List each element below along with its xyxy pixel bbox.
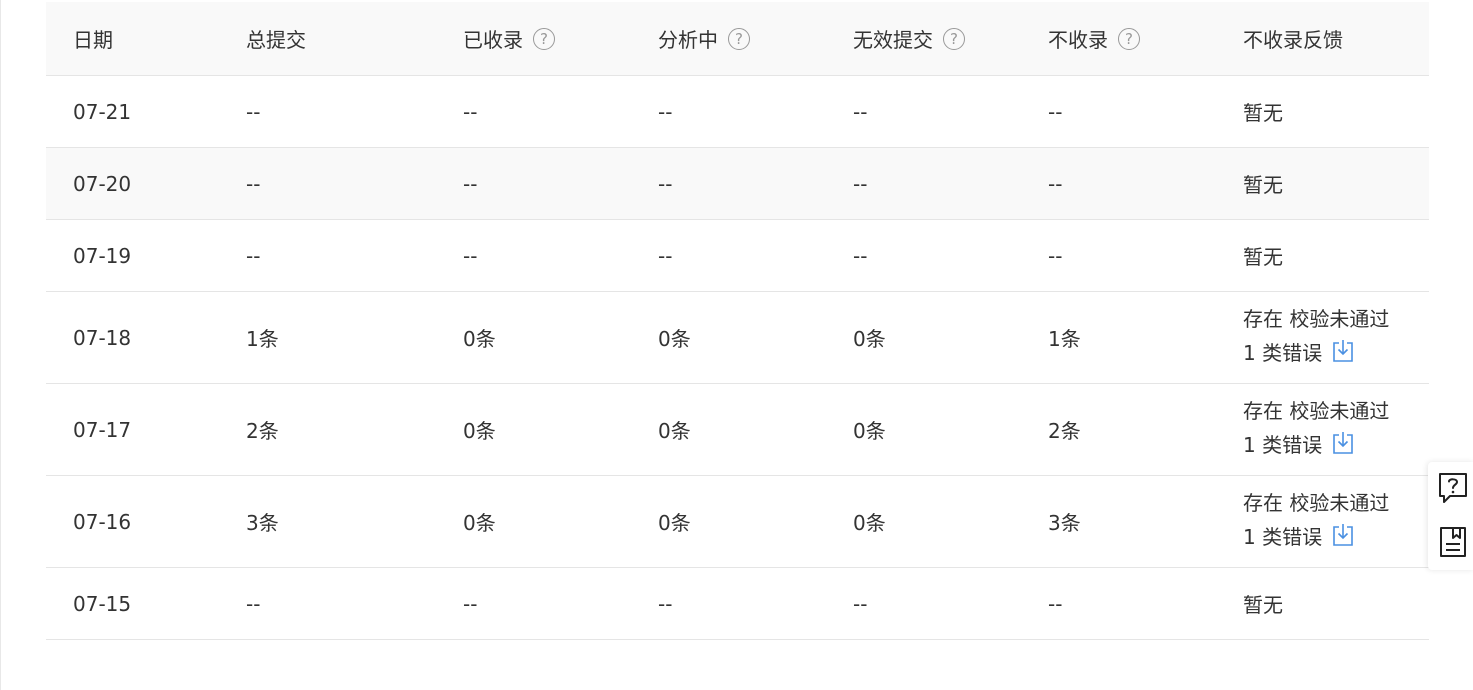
cell-date: 07-17 [46, 383, 219, 476]
header-row: 日期 总提交 已收录? 分析中? 无效提交? 不收录? 不收录反馈 [46, 2, 1429, 76]
cell-total: 2条 [219, 383, 436, 476]
col-header-label: 不收录反馈 [1243, 28, 1343, 52]
cell-invalid: 0条 [826, 383, 1021, 476]
cell-date: 07-16 [46, 475, 219, 568]
col-header-label: 已收录 [463, 28, 523, 52]
cell-date: 07-20 [46, 147, 219, 220]
help-chat-icon [1438, 473, 1468, 508]
feedback-error-line: 1 类错误 [1243, 428, 1429, 465]
cell-invalid: -- [826, 75, 1021, 148]
feedback-status: 存在 校验未通过 [1243, 307, 1390, 331]
cell-indexed: 0条 [436, 291, 631, 384]
cell-not-indexed: 1条 [1021, 291, 1216, 384]
col-header-label: 无效提交 [853, 28, 933, 52]
col-header-not-indexed: 不收录? [1021, 2, 1216, 76]
cell-feedback: 存在 校验未通过 1 类错误 [1216, 383, 1429, 476]
table-row: 07-19 -- -- -- -- -- 暂无 [46, 219, 1429, 292]
cell-indexed: 0条 [436, 383, 631, 476]
cell-date: 07-15 [46, 567, 219, 640]
table-row: 07-15 -- -- -- -- -- 暂无 [46, 567, 1429, 640]
col-header-label: 分析中 [658, 28, 718, 52]
table-row: 07-20 -- -- -- -- -- 暂无 [46, 147, 1429, 220]
cell-invalid: 0条 [826, 475, 1021, 568]
question-circle-icon[interactable]: ? [533, 28, 555, 50]
help-chat-button[interactable] [1438, 472, 1468, 504]
document-button[interactable] [1438, 526, 1468, 558]
cell-feedback: 存在 校验未通过 1 类错误 [1216, 291, 1429, 384]
cell-date: 07-18 [46, 291, 219, 384]
cell-total: -- [219, 567, 436, 640]
col-header-label: 不收录 [1048, 28, 1108, 52]
cell-date: 07-19 [46, 219, 219, 292]
cell-indexed: 0条 [436, 475, 631, 568]
table-row: 07-16 3条 0条 0条 0条 3条 存在 校验未通过 1 类错误 [46, 475, 1429, 568]
col-header-invalid: 无效提交? [826, 2, 1021, 76]
document-icon [1438, 527, 1468, 562]
cell-invalid: -- [826, 219, 1021, 292]
col-header-indexed: 已收录? [436, 2, 631, 76]
cell-not-indexed: 2条 [1021, 383, 1216, 476]
feedback-error-count: 1 类错误 [1243, 433, 1323, 457]
cell-not-indexed: -- [1021, 567, 1216, 640]
cell-indexed: -- [436, 75, 631, 148]
cell-analyzing: -- [631, 147, 826, 220]
cell-feedback: 暂无 [1216, 219, 1429, 292]
cell-analyzing: 0条 [631, 291, 826, 384]
cell-feedback: 暂无 [1216, 147, 1429, 220]
cell-not-indexed: -- [1021, 75, 1216, 148]
col-header-label: 总提交 [246, 28, 306, 52]
cell-total: 3条 [219, 475, 436, 568]
cell-analyzing: -- [631, 567, 826, 640]
left-border [0, 0, 1, 690]
feedback-error-line: 1 类错误 [1243, 336, 1429, 373]
col-header-feedback: 不收录反馈 [1216, 2, 1429, 76]
feedback-error-count: 1 类错误 [1243, 341, 1323, 365]
col-header-total: 总提交 [219, 2, 436, 76]
cell-analyzing: -- [631, 75, 826, 148]
cell-indexed: -- [436, 147, 631, 220]
download-icon[interactable] [1332, 431, 1354, 465]
question-circle-icon[interactable]: ? [1118, 28, 1140, 50]
feedback-error-line: 1 类错误 [1243, 520, 1429, 557]
col-header-date: 日期 [46, 2, 219, 76]
cell-invalid: 0条 [826, 291, 1021, 384]
col-header-analyzing: 分析中? [631, 2, 826, 76]
question-circle-icon[interactable]: ? [728, 28, 750, 50]
floating-toolbar [1428, 462, 1473, 570]
cell-analyzing: 0条 [631, 475, 826, 568]
table-body: 07-21 -- -- -- -- -- 暂无 07-20 -- -- -- -… [46, 75, 1429, 640]
submission-table: 日期 总提交 已收录? 分析中? 无效提交? 不收录? 不收录反馈 07-21 … [46, 2, 1429, 640]
cell-invalid: -- [826, 567, 1021, 640]
cell-analyzing: -- [631, 219, 826, 292]
cell-feedback: 暂无 [1216, 567, 1429, 640]
feedback-status: 存在 校验未通过 [1243, 491, 1390, 515]
question-circle-icon[interactable]: ? [943, 28, 965, 50]
table-row: 07-17 2条 0条 0条 0条 2条 存在 校验未通过 1 类错误 [46, 383, 1429, 476]
cell-not-indexed: -- [1021, 147, 1216, 220]
table-header: 日期 总提交 已收录? 分析中? 无效提交? 不收录? 不收录反馈 [46, 2, 1429, 76]
feedback-error-count: 1 类错误 [1243, 525, 1323, 549]
cell-total: -- [219, 219, 436, 292]
cell-total: -- [219, 147, 436, 220]
download-icon[interactable] [1332, 523, 1354, 557]
cell-total: -- [219, 75, 436, 148]
submission-table-container: 日期 总提交 已收录? 分析中? 无效提交? 不收录? 不收录反馈 07-21 … [46, 2, 1429, 640]
cell-feedback: 暂无 [1216, 75, 1429, 148]
cell-analyzing: 0条 [631, 383, 826, 476]
cell-indexed: -- [436, 219, 631, 292]
cell-total: 1条 [219, 291, 436, 384]
col-header-label: 日期 [73, 28, 113, 52]
cell-feedback: 存在 校验未通过 1 类错误 [1216, 475, 1429, 568]
cell-indexed: -- [436, 567, 631, 640]
table-row: 07-21 -- -- -- -- -- 暂无 [46, 75, 1429, 148]
cell-not-indexed: 3条 [1021, 475, 1216, 568]
table-row: 07-18 1条 0条 0条 0条 1条 存在 校验未通过 1 类错误 [46, 291, 1429, 384]
download-icon[interactable] [1332, 339, 1354, 373]
cell-not-indexed: -- [1021, 219, 1216, 292]
cell-invalid: -- [826, 147, 1021, 220]
cell-date: 07-21 [46, 75, 219, 148]
feedback-status: 存在 校验未通过 [1243, 399, 1390, 423]
